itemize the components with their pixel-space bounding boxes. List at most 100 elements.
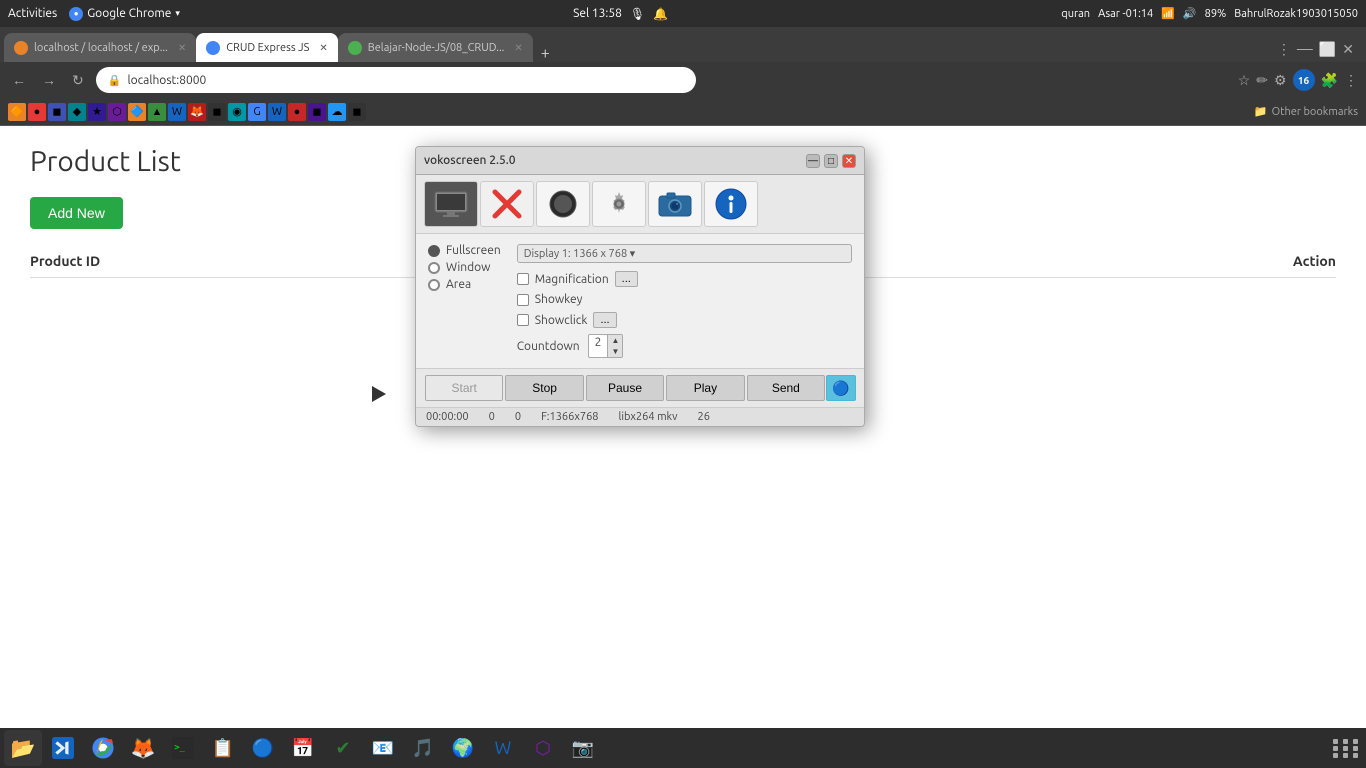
edit-icon[interactable]: ✏ [1256, 72, 1268, 89]
bm-icon-14[interactable]: W [268, 103, 286, 121]
fullscreen-radio[interactable]: Fullscreen [428, 244, 501, 257]
bm-icon-2[interactable]: ● [28, 103, 46, 121]
status-resolution: F:1366x768 [541, 411, 598, 423]
showclick-checkbox[interactable] [517, 314, 529, 326]
showkey-option: Showkey [517, 293, 852, 306]
tab-belajar[interactable]: Belajar-Node-JS/08_CRUD... ✕ [338, 33, 533, 62]
reload-button[interactable]: ↻ [68, 70, 88, 91]
area-radio[interactable]: Area [428, 278, 501, 291]
clock-label: Sel 13:58 [573, 7, 622, 20]
taskbar-chrome[interactable] [84, 730, 122, 766]
countdown-value: 2 [589, 335, 608, 357]
extensions-icon[interactable]: 🧩 [1321, 72, 1338, 89]
taskbar-vscode[interactable] [44, 730, 82, 766]
countdown-up-arrow[interactable]: ▲ [608, 335, 622, 346]
url-input[interactable]: 🔒 localhost:8000 [96, 67, 696, 93]
new-tab-button[interactable]: + [533, 44, 558, 62]
bm-icon-1[interactable]: 🔶 [8, 103, 26, 121]
voko-record-btn[interactable] [536, 181, 590, 227]
taskbar-files[interactable]: 📂 [4, 730, 42, 766]
bm-icon-6[interactable]: ⬡ [108, 103, 126, 121]
tab-close-localhost[interactable]: ✕ [178, 42, 186, 54]
taskbar-email[interactable]: 📧 [364, 730, 402, 766]
showkey-label: Showkey [535, 293, 583, 306]
magnification-more-btn[interactable]: ... [615, 271, 638, 287]
minimize-icon[interactable]: — [1297, 40, 1313, 58]
chrome-menu-icon[interactable]: ⋮ [1344, 72, 1358, 89]
bm-icon-7[interactable]: 🔷 [128, 103, 146, 121]
countdown-spinner[interactable]: 2 ▲ ▼ [588, 334, 624, 358]
forward-button[interactable]: → [38, 70, 60, 90]
profile-circle[interactable]: 16 [1293, 69, 1315, 91]
taskbar-browser2[interactable]: 🌍 [444, 730, 482, 766]
voko-extra-btn[interactable]: 🔵 [826, 375, 856, 401]
voko-stop-btn[interactable] [480, 181, 534, 227]
bm-icon-13[interactable]: G [248, 103, 266, 121]
bookmark-star-icon[interactable]: ☆ [1238, 72, 1251, 89]
start-button[interactable]: Start [425, 375, 503, 401]
back-button[interactable]: ← [8, 70, 30, 90]
window-radio-btn[interactable] [428, 262, 440, 274]
display-select[interactable]: Display 1: 1366 x 768 ▾ [517, 244, 852, 263]
bm-icon-12[interactable]: ◉ [228, 103, 246, 121]
taskbar: 📂 🦊 >_ 📋 🔵 📅 ✔ [0, 728, 1366, 768]
tab-localhost[interactable]: localhost / localhost / exp... ✕ [4, 33, 196, 62]
bm-icon-16[interactable]: ◼ [308, 103, 326, 121]
pause-button[interactable]: Pause [586, 375, 664, 401]
taskbar-word[interactable]: W [484, 730, 522, 766]
showclick-option: Showclick ... [517, 312, 852, 328]
window-label: Window [446, 261, 490, 274]
taskbar-blue[interactable]: 🔵 [244, 730, 282, 766]
voko-camera-btn[interactable] [648, 181, 702, 227]
bm-icon-3[interactable]: ◼ [48, 103, 66, 121]
bm-icon-4[interactable]: ◆ [68, 103, 86, 121]
magnification-option: Magnification ... [517, 271, 852, 287]
bm-icon-15[interactable]: ● [288, 103, 306, 121]
tab-crud[interactable]: CRUD Express JS ✕ [196, 33, 338, 62]
bm-icon-18[interactable]: ◼ [348, 103, 366, 121]
voko-minimize-btn[interactable]: — [806, 154, 820, 168]
taskbar-app6[interactable]: 📋 [204, 730, 242, 766]
send-button[interactable]: Send [747, 375, 825, 401]
window-close-icon[interactable]: ✕ [1342, 41, 1354, 58]
play-button[interactable]: Play [666, 375, 744, 401]
apps-grid-icon[interactable] [1332, 733, 1362, 763]
voko-info-btn[interactable] [704, 181, 758, 227]
showkey-checkbox[interactable] [517, 294, 529, 306]
voko-close-btn[interactable]: ✕ [842, 154, 856, 168]
taskbar-firefox[interactable]: 🦊 [124, 730, 162, 766]
fullscreen-radio-btn[interactable] [428, 245, 440, 257]
voko-settings-btn[interactable] [592, 181, 646, 227]
voko-screen-btn[interactable] [424, 181, 478, 227]
bm-icon-8[interactable]: ▲ [148, 103, 166, 121]
bm-icon-5[interactable]: ★ [88, 103, 106, 121]
bm-icon-17[interactable]: ☁ [328, 103, 346, 121]
bm-icon-11[interactable]: ◼ [208, 103, 226, 121]
showclick-more-btn[interactable]: ... [593, 312, 616, 328]
taskbar-music[interactable]: 🎵 [404, 730, 442, 766]
other-bookmarks[interactable]: 📁 Other bookmarks [1254, 105, 1358, 118]
user-time-label: Asar -01:14 [1098, 8, 1153, 20]
taskbar-check[interactable]: ✔ [324, 730, 362, 766]
countdown-down-arrow[interactable]: ▼ [608, 346, 622, 357]
status-num: 26 [698, 411, 710, 423]
settings-icon[interactable]: ⚙ [1274, 72, 1287, 89]
chrome-menu-dots[interactable]: ⋮ [1277, 41, 1291, 58]
magnification-checkbox[interactable] [517, 273, 529, 285]
window-radio[interactable]: Window [428, 261, 501, 274]
activities-button[interactable]: Activities [8, 7, 57, 20]
tab-close-crud[interactable]: ✕ [319, 42, 327, 54]
area-radio-btn[interactable] [428, 279, 440, 291]
taskbar-camera[interactable]: 📷 [564, 730, 602, 766]
taskbar-calendar[interactable]: 📅 [284, 730, 322, 766]
stop-button[interactable]: Stop [505, 375, 583, 401]
taskbar-app14[interactable]: ⬡ [524, 730, 562, 766]
taskbar-terminal[interactable]: >_ [164, 730, 202, 766]
bookmarks-bar: 🔶 ● ◼ ◆ ★ ⬡ 🔷 ▲ W 🦊 ◼ ◉ G W ● ◼ ☁ ◼ 📁 Ot… [0, 98, 1366, 126]
tab-close-belajar[interactable]: ✕ [514, 42, 522, 54]
restore-icon[interactable]: ⬜ [1319, 41, 1336, 58]
bm-icon-9[interactable]: W [168, 103, 186, 121]
bm-icon-10[interactable]: 🦊 [188, 103, 206, 121]
add-new-button[interactable]: Add New [30, 197, 123, 229]
voko-maximize-btn[interactable]: □ [824, 154, 838, 168]
